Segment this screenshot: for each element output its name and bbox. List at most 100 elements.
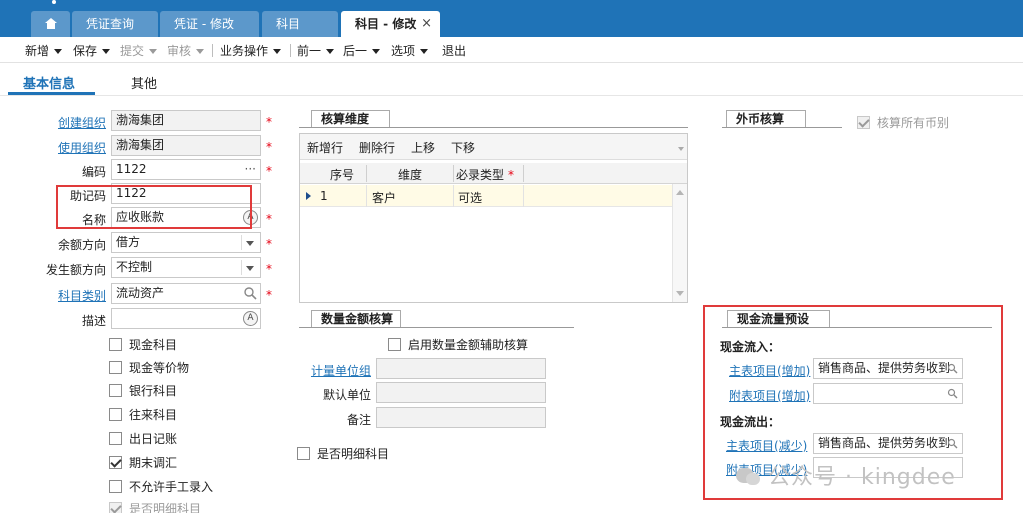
next-button[interactable]: 后一: [343, 42, 381, 59]
cell-seq[interactable]: 1: [320, 189, 328, 203]
use-org-label[interactable]: 使用组织: [6, 139, 106, 156]
column-header[interactable]: 序号: [318, 166, 366, 183]
multilanguage-icon[interactable]: A: [243, 311, 258, 326]
section-title-quantity: 数量金额核算: [311, 310, 401, 327]
checkbox-label: 期末调汇: [129, 456, 178, 470]
accounting-dimension-grid: 新增行 删除行 上移 下移 序号 维度 必录类型 * 1 客户 可选: [299, 133, 688, 303]
new-label: 新增: [25, 44, 50, 58]
scroll-up-icon[interactable]: [676, 190, 684, 195]
code-field[interactable]: 1122 ···: [111, 159, 261, 180]
period-end-adjust-checkbox[interactable]: 期末调汇: [109, 454, 177, 471]
checkbox-box[interactable]: [109, 384, 122, 397]
vertical-scrollbar[interactable]: [672, 184, 687, 302]
section-title-accounting: 核算维度: [311, 110, 390, 127]
checkbox-box[interactable]: [109, 361, 122, 374]
code-value: 1122: [116, 162, 147, 176]
tab-voucher-query[interactable]: 凭证查询: [72, 11, 158, 37]
exit-label: 退出: [442, 44, 467, 58]
cell-required-type[interactable]: 可选: [458, 189, 482, 206]
collapse-icon[interactable]: [678, 147, 684, 151]
tab-account[interactable]: 科目: [262, 11, 338, 37]
new-button[interactable]: 新增: [25, 42, 63, 59]
required-mark: *: [266, 164, 272, 178]
watermark-text: 公众号 · kingdee: [768, 465, 956, 490]
use-org-field[interactable]: 渤海集团: [111, 135, 261, 156]
code-label: 编码: [81, 165, 106, 179]
move-down-button[interactable]: 下移: [451, 139, 475, 156]
cash-account-checkbox[interactable]: 现金科目: [109, 336, 177, 353]
table-row[interactable]: 1 客户 可选: [300, 185, 672, 207]
scroll-down-icon[interactable]: [676, 291, 684, 296]
section-title-foreign: 外币核算: [726, 110, 806, 127]
default-unit-field[interactable]: [376, 382, 546, 403]
submit-button[interactable]: 提交: [120, 42, 158, 59]
tab-basic-info[interactable]: 基本信息: [23, 73, 75, 92]
is-detail-account-checkbox: 是否明细科目: [109, 500, 201, 513]
tab-home[interactable]: [31, 11, 70, 37]
add-row-button[interactable]: 新增行: [307, 139, 343, 156]
description-field[interactable]: A: [111, 308, 261, 329]
column-header[interactable]: 维度: [367, 166, 453, 183]
chevron-down-icon: [372, 49, 381, 54]
wechat-icon: [736, 466, 762, 488]
business-ops-button[interactable]: 业务操作: [220, 42, 282, 59]
required-mark: *: [266, 288, 272, 302]
checkbox-box[interactable]: [297, 447, 310, 460]
tab-other[interactable]: 其他: [131, 73, 157, 92]
audit-button[interactable]: 审核: [167, 42, 205, 59]
checkbox-box[interactable]: [388, 338, 401, 351]
tab-account-edit[interactable]: 科目 - 修改 ×: [341, 11, 440, 37]
unit-group-label[interactable]: 计量单位组: [299, 362, 371, 379]
checkbox-label: 往来科目: [129, 408, 178, 422]
create-org-label[interactable]: 创建组织: [6, 114, 106, 131]
prev-button[interactable]: 前一: [297, 42, 335, 59]
occur-direction-select[interactable]: 不控制: [111, 257, 261, 278]
options-button[interactable]: 选项: [391, 42, 429, 59]
checkbox-box[interactable]: [109, 338, 122, 351]
close-icon[interactable]: ×: [421, 11, 432, 37]
toolbar-divider: [290, 44, 291, 57]
all-currency-checkbox: 核算所有币别: [857, 114, 949, 131]
cell-divider: [453, 185, 454, 207]
grid-toolbar: 新增行 删除行 上移 下移: [300, 134, 687, 160]
chevron-down-icon: [102, 49, 111, 54]
exit-button[interactable]: 退出: [442, 42, 466, 59]
remark-field[interactable]: [376, 407, 546, 428]
delete-row-button[interactable]: 删除行: [359, 139, 395, 156]
save-button[interactable]: 保存: [73, 42, 111, 59]
checkbox-label: 是否明细科目: [317, 447, 390, 461]
column-header-text: 必录类型: [456, 168, 505, 182]
account-category-field[interactable]: 流动资产: [111, 283, 261, 304]
is-detail-checkbox[interactable]: 是否明细科目: [297, 445, 389, 462]
chevron-down-icon: [196, 49, 205, 54]
divider: [241, 235, 242, 250]
column-header[interactable]: 必录类型 *: [456, 166, 516, 183]
checkbox-label: 银行科目: [129, 384, 178, 398]
checkbox-box[interactable]: [109, 408, 122, 421]
cash-equivalent-checkbox[interactable]: 现金等价物: [109, 359, 189, 376]
daily-journal-checkbox[interactable]: 出日记账: [109, 430, 177, 447]
current-account-checkbox[interactable]: 往来科目: [109, 406, 177, 423]
search-icon[interactable]: [243, 286, 258, 301]
divider: [0, 95, 1023, 96]
checkbox-box[interactable]: [109, 432, 122, 445]
cell-dimension[interactable]: 客户: [372, 189, 396, 206]
checkbox-box[interactable]: [109, 480, 122, 493]
more-icon[interactable]: ···: [245, 160, 256, 179]
tab-label: 凭证 - 修改: [174, 17, 234, 31]
enable-quantity-checkbox[interactable]: 启用数量金额辅助核算: [388, 336, 528, 353]
create-org-field[interactable]: 渤海集团: [111, 110, 261, 131]
balance-direction-value: 借方: [116, 235, 141, 249]
move-up-button[interactable]: 上移: [411, 139, 435, 156]
balance-direction-select[interactable]: 借方: [111, 232, 261, 253]
chevron-down-icon: [420, 49, 429, 54]
account-category-label[interactable]: 科目类别: [6, 287, 106, 304]
checkbox-box[interactable]: [109, 456, 122, 469]
cell-divider: [523, 185, 524, 207]
tab-label: 凭证查询: [86, 17, 135, 31]
tab-voucher-edit[interactable]: 凭证 - 修改: [160, 11, 259, 37]
unit-group-field[interactable]: [376, 358, 546, 379]
no-manual-entry-checkbox[interactable]: 不允许手工录入: [109, 478, 213, 495]
bank-account-checkbox[interactable]: 银行科目: [109, 382, 177, 399]
cell-divider: [366, 185, 367, 207]
